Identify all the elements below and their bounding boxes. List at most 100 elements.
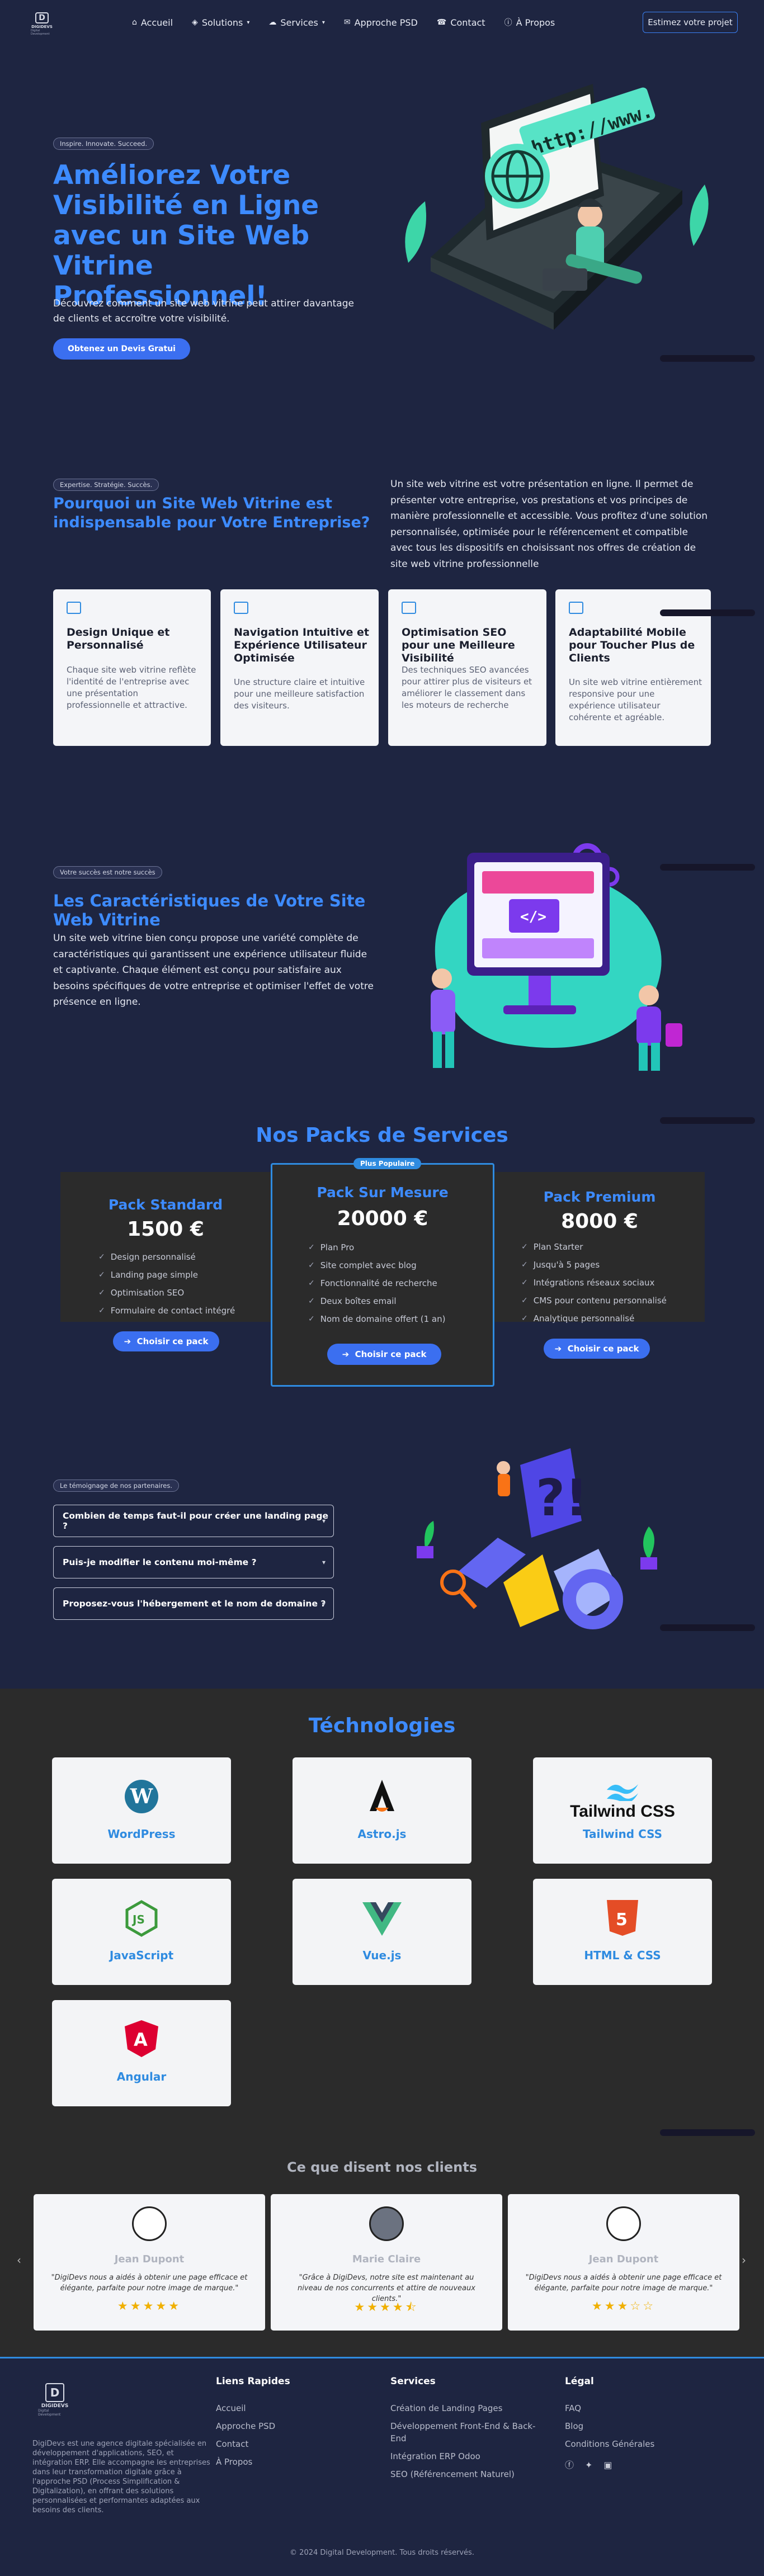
testimonial-card: Jean Dupont "DigiDevs nous a aidés à obt… bbox=[508, 2194, 739, 2331]
nav-label: Solutions bbox=[201, 17, 243, 28]
info-icon: ⓘ bbox=[504, 18, 512, 27]
tech-card-vue: Vue.js bbox=[293, 1879, 471, 1985]
popular-badge: Plus Populaire bbox=[353, 1158, 422, 1169]
testimonial-name: Marie Claire bbox=[352, 2253, 421, 2265]
pack-feature: Fonctionnalité de recherche bbox=[308, 1274, 445, 1292]
footer-link[interactable]: Accueil bbox=[216, 2399, 290, 2417]
pack-price: 8000 € bbox=[561, 1210, 638, 1233]
feature-card-seo: Optimisation SEO pour une Meilleure Visi… bbox=[388, 589, 546, 746]
button-label: Choisir ce pack bbox=[567, 1344, 639, 1354]
nodejs-icon: JS bbox=[125, 1900, 158, 1937]
facebook-icon[interactable]: ⓕ bbox=[565, 2456, 574, 2474]
footer-link[interactable]: Intégration ERP Odoo bbox=[390, 2447, 547, 2465]
logo-text: DIGIDEVS bbox=[41, 2403, 69, 2409]
footer-link[interactable]: SEO (Référencement Naturel) bbox=[390, 2465, 547, 2483]
site-logo[interactable]: D DIGIDEVS Digital Development bbox=[31, 12, 53, 36]
why-description: Un site web vitrine est votre présentati… bbox=[390, 479, 708, 570]
nav-item-a-propos[interactable]: ⓘ À Propos bbox=[504, 17, 555, 28]
footer-col-title: Légal bbox=[565, 2376, 594, 2387]
logo-subtext: Digital Development bbox=[31, 29, 50, 36]
footer-link[interactable]: Création de Landing Pages bbox=[390, 2399, 547, 2417]
choose-pack-button[interactable]: ➔ Choisir ce pack bbox=[113, 1331, 219, 1351]
testimonial-quote: "DigiDevs nous a aidés à obtenir une pag… bbox=[525, 2274, 722, 2293]
main-nav: ⌂ Accueil ◈ Solutions ▾ ☁ Services ▾ ✉ Approch… bbox=[132, 17, 555, 28]
nav-item-contact[interactable]: ☎ Contact bbox=[437, 17, 485, 28]
faq-tagline-pill: Le témoignage de nos partenaires. bbox=[53, 1480, 180, 1492]
card-title: Navigation Intuitive et Expérience Utili… bbox=[234, 626, 369, 664]
nav-label: Contact bbox=[450, 17, 485, 28]
footer-col-quick-links: Liens Rapides Accueil Approche PSD Conta… bbox=[216, 2376, 290, 2471]
home-icon: ⌂ bbox=[132, 18, 137, 27]
nav-item-solutions[interactable]: ◈ Solutions ▾ bbox=[192, 17, 249, 28]
pack-feature: CMS pour contenu personnalisé bbox=[521, 1292, 667, 1310]
pack-feature: Formulaire de contact intégré bbox=[98, 1302, 235, 1320]
nav-item-accueil[interactable]: ⌂ Accueil bbox=[132, 17, 173, 28]
why-title: Pourquoi un Site Web Vitrine est indispe… bbox=[53, 495, 370, 531]
star-rating: ★★★☆☆ bbox=[591, 2299, 656, 2313]
tech-card-wordpress: W WordPress bbox=[52, 1757, 231, 1864]
nav-item-approche-psd[interactable]: ✉ Approche PSD bbox=[344, 17, 418, 28]
twitter-icon[interactable]: ✦ bbox=[585, 2456, 592, 2474]
pack-price: 1500 € bbox=[127, 1218, 204, 1241]
decorative-bar bbox=[660, 355, 755, 362]
decorative-bar bbox=[660, 1117, 755, 1124]
faq-item[interactable]: Proposez-vous l'hébergement et le nom de… bbox=[53, 1587, 334, 1620]
footer-link[interactable]: Développement Front-End & Back-End bbox=[390, 2417, 547, 2447]
faq-item[interactable]: Combien de temps faut-il pour créer une … bbox=[53, 1505, 334, 1537]
logo-mark: D bbox=[35, 12, 49, 23]
choose-pack-button[interactable]: ➔ Choisir ce pack bbox=[544, 1339, 650, 1359]
svg-text:5: 5 bbox=[616, 1910, 628, 1930]
card-title: Adaptabilité Mobile pour Toucher Plus de… bbox=[569, 626, 695, 664]
footer-link[interactable]: Approche PSD bbox=[216, 2417, 290, 2435]
pack-feature: Nom de domaine offert (1 an) bbox=[308, 1310, 446, 1328]
nav-item-services[interactable]: ☁ Services ▾ bbox=[268, 17, 325, 28]
social-links: ⓕ ✦ ▣ bbox=[565, 2456, 654, 2474]
faq-item[interactable]: Puis-je modifier le contenu moi-même ? bbox=[53, 1546, 334, 1578]
estimate-project-button[interactable]: Estimez votre projet bbox=[643, 12, 738, 33]
footer-about: DigiDevs est une agence digitale spécial… bbox=[32, 2440, 210, 2514]
nav-label: À Propos bbox=[516, 17, 555, 28]
html5-icon: 5 bbox=[607, 1900, 638, 1936]
nav-label: Services bbox=[280, 17, 318, 28]
pack-name: Pack Standard bbox=[108, 1197, 223, 1213]
faq-illustration: ?! bbox=[417, 1448, 657, 1629]
cloud-icon: ☁ bbox=[268, 18, 277, 27]
astro-icon bbox=[370, 1780, 394, 1812]
vue-icon bbox=[362, 1902, 402, 1936]
tech-label: Vue.js bbox=[362, 1949, 402, 1962]
carousel-prev-button[interactable]: ‹ bbox=[17, 2253, 21, 2267]
testimonial-quote: "DigiDevs nous a aidés à obtenir une pag… bbox=[51, 2274, 248, 2293]
why-tagline-pill: Expertise. Stratégie. Succès. bbox=[53, 479, 159, 491]
hero-laptop-illustration: http://www. bbox=[405, 84, 709, 330]
pack-feature: Landing page simple bbox=[98, 1266, 235, 1284]
footer-link[interactable]: FAQ bbox=[565, 2399, 654, 2417]
decorative-bar bbox=[660, 2129, 755, 2136]
pack-feature: Optimisation SEO bbox=[98, 1284, 235, 1302]
footer-link[interactable]: À Propos bbox=[216, 2453, 290, 2471]
features-tagline-pill: Votre succès est notre succès bbox=[53, 866, 162, 878]
decorative-bar bbox=[660, 864, 755, 871]
tech-card-html-css: 5 HTML & CSS bbox=[533, 1879, 712, 1985]
choose-pack-button[interactable]: ➔ Choisir ce pack bbox=[327, 1344, 441, 1365]
carousel-next-button[interactable]: › bbox=[742, 2253, 746, 2267]
pack-feature: Design personnalisé bbox=[98, 1248, 235, 1266]
hero-tagline-pill: Inspire. Innovate. Succeed. bbox=[53, 138, 154, 150]
mobile-icon bbox=[569, 602, 583, 614]
pack-price: 20000 € bbox=[337, 1207, 428, 1230]
hero-description: Découvrez comment un site web vitrine pe… bbox=[53, 298, 354, 324]
pack-features: Plan Starter Jusqu'à 5 pages Intégration… bbox=[521, 1238, 667, 1327]
decorative-bar bbox=[660, 1624, 755, 1631]
copyright: © 2024 Digital Development. Tous droits … bbox=[290, 2549, 474, 2557]
testimonial-card: Jean Dupont "DigiDevs nous a aidés à obt… bbox=[34, 2194, 265, 2331]
logo-text: DIGIDEVS bbox=[31, 25, 53, 29]
tech-label: JavaScript bbox=[109, 1949, 174, 1962]
footer-col-legal: Légal FAQ Blog Conditions Générales ⓕ ✦ … bbox=[565, 2376, 654, 2474]
card-title: Optimisation SEO pour une Meilleure Visi… bbox=[402, 626, 515, 664]
logo-mark: D bbox=[45, 2383, 64, 2402]
linkedin-icon[interactable]: ▣ bbox=[603, 2456, 612, 2474]
pack-feature: Jusqu'à 5 pages bbox=[521, 1256, 667, 1274]
footer-link[interactable]: Conditions Générales bbox=[565, 2435, 654, 2453]
footer-link[interactable]: Contact bbox=[216, 2435, 290, 2453]
get-quote-button[interactable]: Obtenez un Devis Gratui bbox=[53, 338, 190, 360]
footer-link[interactable]: Blog bbox=[565, 2417, 654, 2435]
